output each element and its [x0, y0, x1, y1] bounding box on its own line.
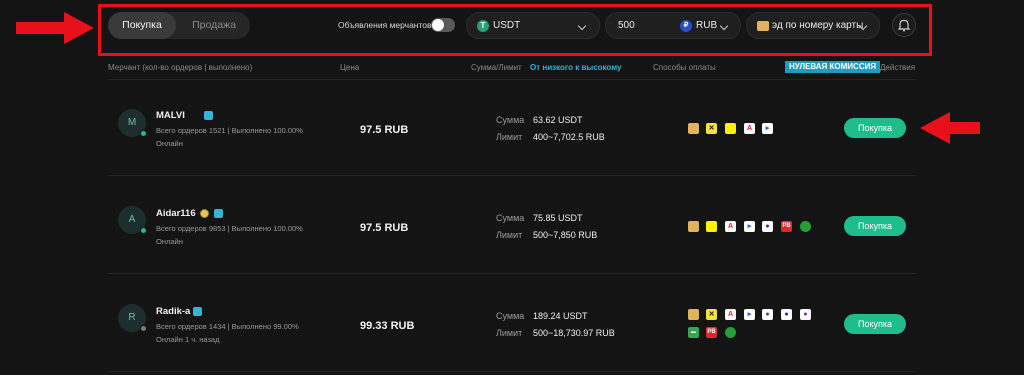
price: 97.5 RUB [360, 222, 409, 234]
verified-badge-icon [204, 111, 213, 120]
header-payment-methods: Способы оплаты [653, 63, 716, 72]
medal-icon [200, 209, 209, 218]
yellow-bank-icon: ✕ [706, 123, 717, 134]
avatar-initial: M [127, 117, 137, 128]
toggle-knob [432, 19, 444, 31]
avatar[interactable]: A [118, 206, 147, 234]
limit-label: Лимит [496, 132, 523, 142]
verified-badge-icon [193, 307, 202, 316]
crypto-select[interactable]: T USDT [466, 12, 600, 39]
alfa-bank-icon: A [744, 123, 755, 134]
bank-card-icon [688, 123, 699, 134]
p2p-market-page: Покупка Продажа Объявления мерчантов T U… [0, 0, 1024, 375]
header-actions: Действия [880, 63, 916, 72]
sort-low-to-high[interactable]: От низкого к высокому [530, 63, 621, 72]
yellow-bank-icon: ✕ [706, 309, 717, 320]
table-row: A Aidar116 Всего ордеров 9853 | Выполнен… [108, 178, 916, 274]
verified-badge-icon [214, 209, 223, 218]
price: 99.33 RUB [360, 320, 415, 332]
amount-label: Сумма [496, 213, 525, 223]
limit-value: 500~18,730.97 RUB [533, 328, 615, 338]
fiat-select-value[interactable]: RUB [696, 20, 717, 31]
bank-card-icon [688, 309, 699, 320]
violet-bank-icon: ● [800, 309, 811, 320]
merchant-status: Онлайн 1 ч. назад [156, 335, 220, 344]
green-bank-icon: ▬ [688, 327, 699, 338]
blue-bank-icon: ● [762, 221, 773, 232]
avatar[interactable]: M [118, 109, 147, 137]
amount-fiat-input[interactable]: 500 ₽ RUB [605, 12, 741, 39]
amount-value: 75.85 USDT [533, 213, 583, 223]
avatar[interactable]: R [118, 304, 147, 332]
sber-icon [800, 221, 811, 232]
merchant-stats: Всего ордеров 1434 | Выполнено 99.00% [156, 322, 299, 331]
buy-button[interactable]: Покупка [844, 118, 906, 138]
chevron-down-icon [719, 21, 729, 31]
red-arrow-right-icon [16, 12, 94, 44]
notification-bell-button[interactable] [892, 13, 916, 37]
tab-sell[interactable]: Продажа [178, 12, 250, 39]
sbp-icon: ▸ [762, 123, 773, 134]
usdt-coin-icon: T [477, 20, 489, 32]
merchant-status: Онлайн [156, 237, 183, 246]
buy-sell-switch: Покупка Продажа [108, 12, 250, 39]
alfa-bank-icon: A [725, 221, 736, 232]
online-status-dot [140, 130, 147, 137]
limit-value: 500~7,850 RUB [533, 230, 598, 240]
price: 97.5 RUB [360, 124, 409, 136]
crypto-select-value: USDT [493, 20, 521, 31]
tab-buy[interactable]: Покупка [108, 12, 176, 39]
avatar-initial: R [128, 312, 136, 323]
chevron-down-icon [577, 21, 587, 31]
amount-input-value[interactable]: 500 [618, 20, 635, 31]
amount-label: Сумма [496, 115, 525, 125]
table-row: M MALVI Всего ордеров 1521 | Выполнено 1… [108, 80, 916, 176]
merchant-ads-toggle[interactable] [431, 18, 455, 32]
blue-bank-icon: ● [781, 309, 792, 320]
merchant-stats: Всего ордеров 1521 | Выполнено 100.00% [156, 126, 303, 135]
online-status-dot [140, 227, 147, 234]
payment-method-value: эд по номеру карты [772, 20, 864, 31]
yellow-square-icon [725, 123, 736, 134]
limit-value: 400~7,702.5 RUB [533, 132, 605, 142]
bell-icon [897, 19, 911, 32]
zero-fee-badge[interactable]: НУЛЕВАЯ КОМИССИЯ [785, 61, 881, 73]
purple-bank-icon: ● [762, 309, 773, 320]
merchant-stats: Всего ордеров 9853 | Выполнено 100.00% [156, 224, 303, 233]
merchant-name[interactable]: MALVI [156, 110, 185, 121]
limit-label: Лимит [496, 328, 523, 338]
pb-bank-icon: PB [706, 327, 717, 338]
bank-card-icon [688, 221, 699, 232]
amount-label: Сумма [496, 311, 525, 321]
sber-icon [725, 327, 736, 338]
alfa-bank-icon: A [725, 309, 736, 320]
merchant-name[interactable]: Radik-a [156, 306, 190, 317]
offline-status-dot [140, 325, 147, 332]
table-row: R Radik-a Всего ордеров 1434 | Выполнено… [108, 276, 916, 372]
sbp-icon: ▸ [744, 221, 755, 232]
buy-button[interactable]: Покупка [844, 216, 906, 236]
header-merchant: Мерчант (кол-во ордеров | выполнено) [108, 63, 253, 72]
amount-value: 63.62 USDT [533, 115, 583, 125]
avatar-initial: A [128, 214, 136, 225]
payment-method-select[interactable]: эд по номеру карты [746, 12, 880, 39]
header-price: Цена [340, 63, 360, 72]
merchant-ads-label: Объявления мерчантов [338, 20, 432, 30]
amount-value: 189.24 USDT [533, 311, 588, 321]
rub-coin-icon: ₽ [680, 20, 692, 32]
limit-label: Лимит [496, 230, 523, 240]
yellow-square-icon [706, 221, 717, 232]
sbp-icon: ▸ [744, 309, 755, 320]
red-arrow-left-icon [920, 112, 980, 144]
buy-button[interactable]: Покупка [844, 314, 906, 334]
merchant-name[interactable]: Aidar116 [156, 208, 196, 219]
bank-card-icon [757, 21, 769, 31]
pb-bank-icon: PB [781, 221, 792, 232]
header-amount-limit: Сумма/Лимит [471, 63, 522, 72]
merchant-status: Онлайн [156, 139, 183, 148]
